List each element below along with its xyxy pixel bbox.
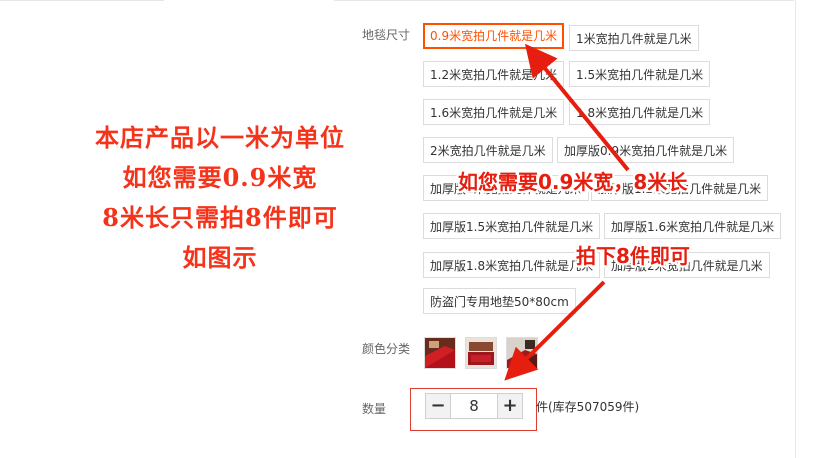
arrow-to-size-option: [524, 43, 630, 172]
annotation-quantity: 拍下8件即可: [576, 244, 690, 268]
arrow-to-quantity: [504, 280, 606, 381]
annotation-arrows: [504, 43, 630, 381]
annotation-size: 如您需要0.9米宽，8米长: [458, 170, 688, 194]
